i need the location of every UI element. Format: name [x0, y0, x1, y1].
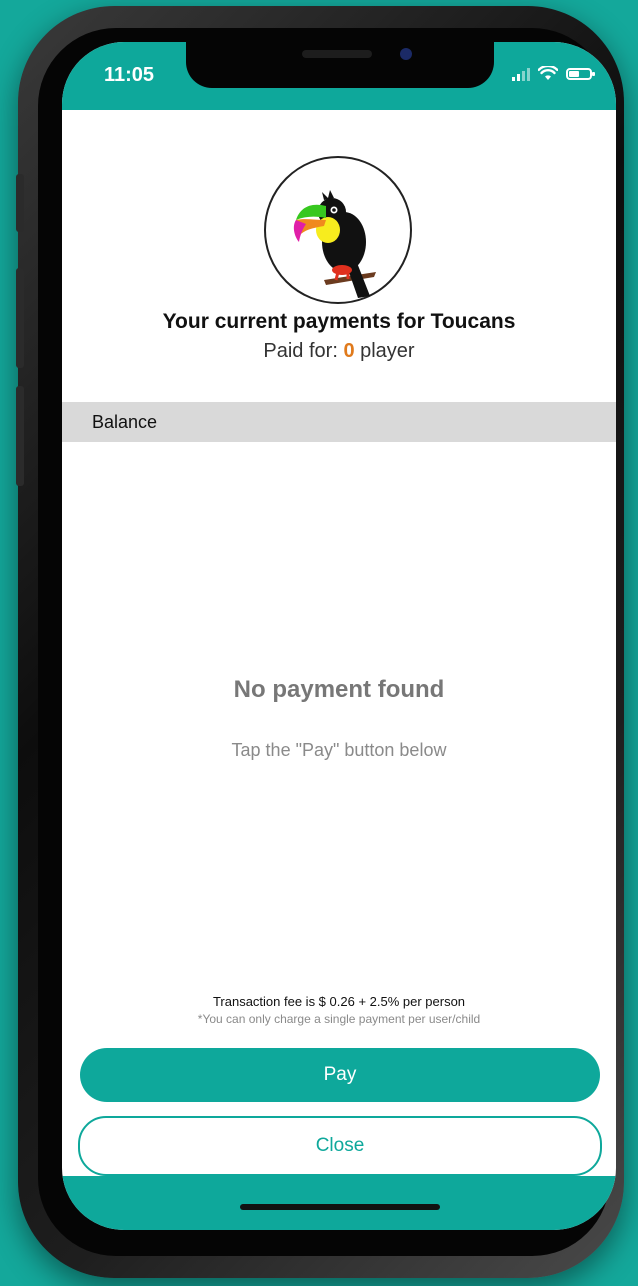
notch: [186, 42, 494, 88]
front-camera: [400, 48, 412, 60]
transaction-fee-note: *You can only charge a single payment pe…: [197, 1012, 481, 1026]
app-screen: 11:05 Your current payments for Toucans …: [62, 42, 616, 1230]
status-icons: [512, 66, 595, 81]
status-bar: 11:05: [62, 42, 616, 110]
empty-state-hint: Tap the "Pay" button below: [231, 740, 447, 760]
signal-icon: [512, 67, 530, 81]
volume-down-button: [16, 386, 24, 486]
close-button[interactable]: Close: [78, 1116, 602, 1176]
battery-level-fill: [569, 70, 579, 77]
status-time: 11:05: [104, 64, 155, 86]
volume-up-button: [16, 268, 24, 368]
transaction-fee-text: Transaction fee is $ 0.26 + 2.5% per per…: [212, 994, 466, 1009]
balance-section-header: Balance: [62, 402, 616, 442]
empty-state-title: No payment found: [233, 676, 445, 703]
team-logo: [264, 156, 412, 304]
mute-switch: [16, 174, 24, 232]
balance-label: Balance: [92, 412, 158, 432]
home-indicator[interactable]: [240, 1204, 440, 1210]
speaker-grille: [302, 50, 372, 58]
pay-button[interactable]: Pay: [80, 1048, 600, 1102]
bottom-bar: [62, 1176, 616, 1230]
toucan-logo-icon: [293, 190, 376, 298]
paid-for-count: 0: [343, 340, 355, 362]
paid-for-prefix: Paid for:: [263, 340, 344, 362]
wifi-icon: [538, 66, 558, 80]
paid-for-summary: Paid for: 0 player: [62, 340, 616, 363]
paid-for-suffix: player: [354, 340, 415, 362]
page-title: Your current payments for Toucans: [162, 310, 516, 333]
battery-icon: [566, 67, 595, 80]
